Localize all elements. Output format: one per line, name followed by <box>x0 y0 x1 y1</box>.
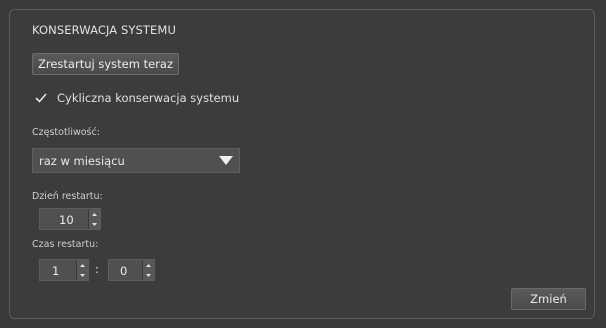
restart-day-stepper <box>88 209 100 229</box>
restart-minute-decrement[interactable] <box>143 270 154 280</box>
restart-now-button[interactable]: Zrestartuj system teraz <box>32 53 179 75</box>
chevron-up-icon <box>146 263 151 267</box>
frequency-value: raz w miesiącu <box>39 154 125 168</box>
chevron-down-icon <box>146 273 151 277</box>
restart-day-increment[interactable] <box>89 209 100 219</box>
restart-hour-increment[interactable] <box>77 260 88 270</box>
restart-day-spinbox[interactable]: 10 <box>39 208 101 230</box>
chevron-up-icon <box>80 263 85 267</box>
restart-hour-decrement[interactable] <box>77 270 88 280</box>
restart-day-label: Dzień restartu: <box>32 191 103 202</box>
periodic-maintenance-label: Cykliczna konserwacja systemu <box>57 91 240 105</box>
triangle-down-icon <box>219 156 233 165</box>
restart-minute-value: 0 <box>120 264 128 278</box>
restart-day-value: 10 <box>59 213 74 227</box>
section-title: KONSERWACJA SYSTEMU <box>32 23 176 37</box>
restart-hour-stepper <box>76 260 88 280</box>
chevron-down-icon <box>80 273 85 277</box>
chevron-down-icon <box>92 222 97 226</box>
restart-minute-spinbox[interactable]: 0 <box>108 259 155 281</box>
frequency-select[interactable]: raz w miesiącu <box>32 148 240 173</box>
frequency-label: Częstotliwość: <box>32 127 100 138</box>
restart-day-decrement[interactable] <box>89 219 100 229</box>
maintenance-panel: KONSERWACJA SYSTEMU Zrestartuj system te… <box>9 9 595 319</box>
restart-minute-increment[interactable] <box>143 260 154 270</box>
checkmark-icon <box>35 93 47 103</box>
restart-hour-value: 1 <box>52 264 60 278</box>
restart-hour-spinbox[interactable]: 1 <box>39 259 89 281</box>
periodic-maintenance-checkbox[interactable] <box>35 92 47 104</box>
change-button[interactable]: Zmień <box>511 288 586 310</box>
restart-minute-stepper <box>142 260 154 280</box>
chevron-up-icon <box>92 212 97 216</box>
time-separator: : <box>95 262 99 276</box>
restart-time-label: Czas restartu: <box>32 239 99 250</box>
periodic-maintenance-row: Cykliczna konserwacja systemu <box>35 91 239 105</box>
